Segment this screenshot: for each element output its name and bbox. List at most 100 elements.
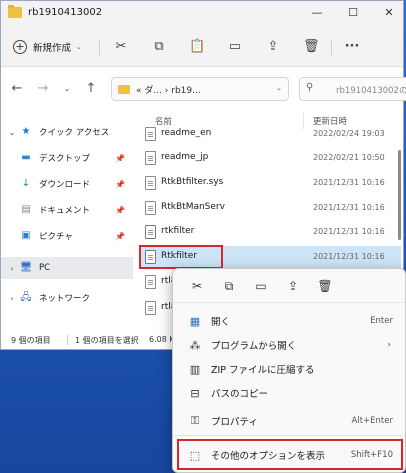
rename-icon[interactable]: ▭ bbox=[253, 278, 269, 294]
picture-icon: ▣ bbox=[21, 230, 31, 241]
back-arrow-icon[interactable]: ← bbox=[9, 81, 25, 97]
search-box[interactable]: ⚲ rb1910413002の検索 bbox=[299, 77, 406, 101]
menu-item-open-with[interactable]: ⁂ プログラムから開く › bbox=[177, 333, 403, 357]
file-row[interactable]: readme_en 2022/02/24 19:03 bbox=[139, 123, 401, 145]
address-path: « ダ... › rb19... bbox=[136, 86, 201, 96]
new-button[interactable]: + 新規作成 ⌄ bbox=[13, 38, 82, 56]
sidebar-item-label: ダウンロード bbox=[39, 180, 91, 190]
address-bar[interactable]: « ダ... › rb19... ⌄ bbox=[111, 77, 289, 101]
rename-icon[interactable]: ▭ bbox=[227, 39, 243, 55]
file-row[interactable]: readme_jp 2022/02/21 10:50 bbox=[139, 147, 401, 169]
text-file-icon bbox=[145, 275, 156, 289]
sidebar-item-downloads[interactable]: ↓ ダウンロード 📌 bbox=[1, 173, 133, 195]
file-date: 2021/12/31 10:16 bbox=[313, 203, 385, 212]
search-icon: ⚲ bbox=[306, 82, 314, 93]
star-icon: ★ bbox=[21, 126, 31, 137]
cut-icon[interactable]: ✂ bbox=[113, 39, 129, 55]
chevron-right-icon[interactable]: › bbox=[5, 294, 19, 303]
chevron-down-icon[interactable]: ⌄ bbox=[5, 128, 19, 137]
share-icon[interactable]: ⇪ bbox=[265, 39, 281, 55]
command-bar: + 新規作成 ⌄ ✂ ⧉ 📋 ▭ ⇪ 🗑 ··· bbox=[1, 27, 403, 67]
delete-icon[interactable]: 🗑 bbox=[317, 278, 333, 294]
file-row[interactable]: rtkfilter 2021/12/31 10:16 bbox=[139, 221, 401, 243]
recent-chevron-icon[interactable]: ⌄ bbox=[59, 81, 75, 97]
system-file-icon bbox=[145, 176, 156, 190]
menu-item-open[interactable]: ▦ 開く Enter bbox=[177, 309, 403, 333]
document-icon: ▤ bbox=[21, 204, 31, 215]
highlight-box bbox=[139, 245, 223, 269]
forward-arrow-icon[interactable]: → bbox=[35, 81, 51, 97]
file-name: RtkBtManServ bbox=[161, 202, 225, 212]
file-date: 2022/02/21 10:50 bbox=[313, 153, 385, 162]
file-date: 2021/12/31 10:16 bbox=[313, 252, 385, 261]
menu-item-label: パスのコピー bbox=[211, 389, 269, 400]
cut-icon[interactable]: ✂ bbox=[189, 278, 205, 294]
selected-count: 1 個の項目を選択 bbox=[75, 336, 139, 345]
up-arrow-icon[interactable]: ↑ bbox=[83, 81, 99, 97]
pin-icon: 📌 bbox=[115, 231, 125, 241]
sidebar-item-label: ドキュメント bbox=[39, 206, 91, 216]
properties-icon: ⚿ bbox=[190, 414, 200, 427]
close-button[interactable]: ✕ bbox=[377, 4, 401, 22]
application-file-icon bbox=[145, 201, 156, 215]
sidebar-item-desktop[interactable]: ▬ デスクトップ 📌 bbox=[1, 147, 133, 169]
navigation-pane: ⌄ ★ クイック アクセス ▬ デスクトップ 📌 ↓ ダウンロード 📌 ▤ ドキ… bbox=[1, 111, 133, 331]
sidebar-item-quick-access[interactable]: ⌄ ★ クイック アクセス bbox=[1, 121, 133, 143]
selected-size: 6.08 K bbox=[149, 335, 175, 344]
copy-icon[interactable]: ⧉ bbox=[221, 278, 237, 294]
file-date: 2022/02/24 19:03 bbox=[313, 129, 385, 138]
desktop-icon: ▬ bbox=[21, 152, 31, 163]
file-row[interactable]: RtkBtfilter.sys 2021/12/31 10:16 bbox=[139, 172, 401, 194]
share-icon[interactable]: ⇪ bbox=[285, 278, 301, 294]
pin-icon: 📌 bbox=[115, 153, 125, 163]
toolbar-divider bbox=[99, 39, 100, 55]
sidebar-item-pictures[interactable]: ▣ ピクチャ 📌 bbox=[1, 225, 133, 247]
sidebar-item-label: PC bbox=[39, 263, 51, 273]
sidebar-item-pc[interactable]: › 🖥 PC bbox=[1, 257, 133, 279]
file-date: 2021/12/31 10:16 bbox=[313, 178, 385, 187]
context-menu-quick-actions: ✂ ⧉ ▭ ⇪ 🗑 bbox=[173, 269, 405, 303]
scrollbar[interactable] bbox=[398, 150, 401, 240]
item-count: 9 個の項目 bbox=[11, 336, 51, 345]
new-button-label: 新規作成 bbox=[33, 43, 72, 54]
menu-item-copy-path[interactable]: ⊟ パスのコピー bbox=[177, 381, 403, 405]
zip-icon: ▥ bbox=[189, 362, 201, 376]
chevron-right-icon: › bbox=[387, 340, 391, 350]
paste-icon[interactable]: 📋 bbox=[189, 39, 205, 55]
folder-icon bbox=[118, 85, 130, 94]
maximize-button[interactable]: ☐ bbox=[341, 4, 365, 22]
chevron-right-icon[interactable]: › bbox=[5, 264, 19, 273]
file-name: rtkfilter bbox=[161, 226, 195, 236]
status-divider bbox=[67, 335, 68, 345]
open-with-icon: ⁂ bbox=[189, 338, 201, 352]
toolbar-divider bbox=[331, 39, 332, 55]
setup-file-icon bbox=[145, 225, 156, 239]
file-row[interactable]: RtkBtManServ 2021/12/31 10:16 bbox=[139, 197, 401, 219]
text-file-icon bbox=[145, 151, 156, 165]
pin-icon: 📌 bbox=[115, 179, 125, 189]
chevron-down-icon[interactable]: ⌄ bbox=[276, 84, 282, 92]
pin-icon: 📌 bbox=[115, 205, 125, 215]
sidebar-item-label: クイック アクセス bbox=[39, 128, 110, 138]
title-bar[interactable]: rb1910413002 — ☐ ✕ bbox=[1, 1, 403, 27]
file-name: readme_en bbox=[161, 128, 212, 138]
text-file-icon bbox=[145, 127, 156, 141]
window-title: rb1910413002 bbox=[28, 7, 103, 18]
minimize-button[interactable]: — bbox=[305, 4, 329, 22]
folder-icon bbox=[8, 5, 22, 18]
plus-icon: + bbox=[13, 40, 27, 54]
pc-icon: 🖥 bbox=[19, 262, 33, 273]
highlight-box bbox=[177, 439, 403, 470]
network-icon: 🖧 bbox=[20, 292, 32, 303]
delete-icon[interactable]: 🗑 bbox=[303, 39, 320, 55]
sidebar-item-label: デスクトップ bbox=[39, 154, 91, 164]
menu-item-properties[interactable]: ⚿ プロパティ Alt+Enter bbox=[177, 409, 403, 433]
copy-icon[interactable]: ⧉ bbox=[151, 39, 167, 55]
navigation-bar: ← → ⌄ ↑ « ダ... › rb19... ⌄ ⚲ rb191041300… bbox=[1, 67, 406, 111]
search-placeholder: rb1910413002の検索 bbox=[336, 86, 406, 96]
file-name: readme_jp bbox=[161, 152, 209, 162]
sidebar-item-documents[interactable]: ▤ ドキュメント 📌 bbox=[1, 199, 133, 221]
menu-item-compress-zip[interactable]: ▥ ZIP ファイルに圧縮する bbox=[177, 357, 403, 381]
sidebar-item-network[interactable]: › 🖧 ネットワーク bbox=[1, 287, 133, 309]
more-icon[interactable]: ··· bbox=[344, 39, 360, 55]
